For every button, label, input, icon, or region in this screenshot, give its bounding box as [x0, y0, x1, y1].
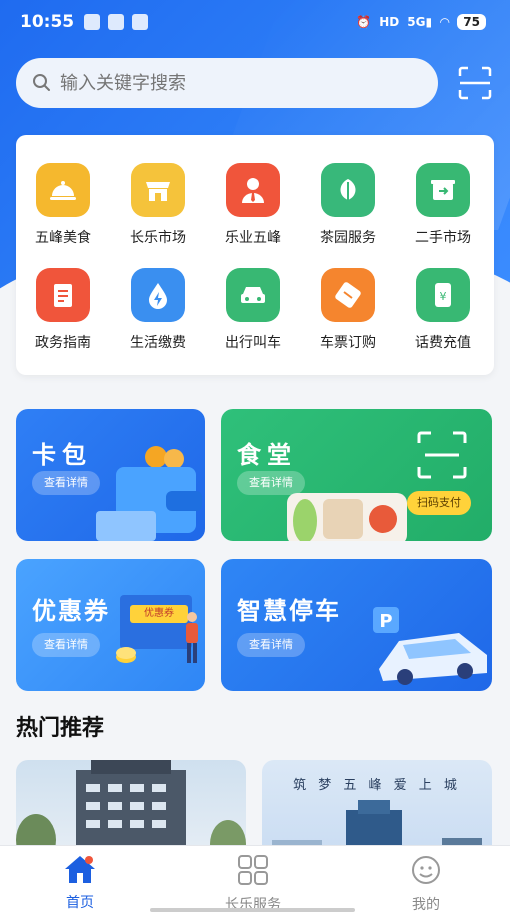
search-bar[interactable]	[16, 58, 438, 108]
card-title: 食堂	[237, 441, 297, 469]
view-details-button[interactable]: 查看详情	[32, 471, 100, 495]
battery-icon: 75	[457, 14, 486, 30]
scan-icon[interactable]	[458, 66, 492, 100]
grid-item-food[interactable]: 五峰美食	[16, 163, 110, 247]
grid-item-label: 政务指南	[35, 335, 91, 351]
card-title: 优惠券	[32, 597, 110, 625]
bottom-tab-bar: 首页 长乐服务 我的	[0, 845, 510, 913]
card-wallet[interactable]: 卡包 查看详情	[16, 409, 205, 541]
card-canteen[interactable]: 食堂 查看详情 扫码支付	[221, 409, 492, 541]
grid-item-taxi[interactable]: 出行叫车	[206, 268, 300, 352]
signal-icon: 5G▮	[407, 15, 433, 29]
grid-item-bills[interactable]: 生活缴费	[111, 268, 205, 352]
grid-item-label: 长乐市场	[130, 230, 186, 246]
food-cloche-icon	[36, 163, 90, 217]
home-icon	[65, 856, 95, 883]
car-icon	[226, 268, 280, 322]
alarm-icon: ⏰	[356, 15, 372, 29]
card-coupon[interactable]: 优惠券 查看详情 优惠券	[16, 559, 205, 691]
view-details-button[interactable]: 查看详情	[237, 633, 305, 657]
wallet-icon	[96, 446, 202, 541]
phone-yen-icon: ¥	[416, 268, 470, 322]
tea-leaf-icon	[321, 163, 375, 217]
grid-item-label: 二手市场	[415, 230, 471, 246]
food-tray-icon	[287, 493, 407, 541]
grid-icon	[238, 855, 268, 885]
recommend-caption: 筑 梦 五 峰 爱 上 城	[293, 778, 461, 793]
person-tie-icon	[226, 163, 280, 217]
water-bolt-icon	[131, 268, 185, 322]
ticket-icon	[321, 268, 375, 322]
chat-face-icon	[412, 856, 440, 884]
grid-item-ticket[interactable]: 车票订购	[301, 268, 395, 352]
notification-icon	[108, 14, 125, 30]
tab-services[interactable]: 长乐服务	[203, 854, 303, 913]
document-icon	[36, 268, 90, 322]
grid-item-label: 生活缴费	[130, 335, 186, 351]
search-icon	[33, 74, 50, 91]
market-stall-icon	[131, 163, 185, 217]
home-indicator[interactable]	[150, 908, 355, 912]
notification-icon	[132, 14, 149, 30]
wifi-icon: ◠	[440, 15, 450, 29]
person-sweeping-icon	[186, 612, 198, 663]
card-title: 卡包	[32, 441, 92, 469]
svg-text:¥: ¥	[440, 290, 447, 303]
card-parking[interactable]: 智慧停车 查看详情 P	[221, 559, 492, 691]
hd-icon: HD	[379, 15, 400, 29]
scan-pay-button[interactable]: 扫码支付	[407, 491, 471, 515]
grid-item-label: 乐业五峰	[225, 230, 281, 246]
grid-item-secondhand[interactable]: 二手市场	[396, 163, 490, 247]
tab-home[interactable]: 首页	[30, 854, 130, 912]
search-input[interactable]	[60, 72, 380, 94]
grid-item-topup[interactable]: ¥ 话费充值	[396, 268, 490, 352]
scan-icon	[417, 431, 467, 479]
status-time: 10:55	[20, 12, 75, 32]
grid-item-label: 五峰美食	[35, 230, 91, 246]
service-grid: 五峰美食 长乐市场 乐业五峰 茶园服务 二手市场 政务指南 生活缴费 出行叫车 …	[16, 135, 494, 375]
coins-icon	[116, 647, 136, 663]
status-right: ⏰ HD 5G▮ ◠ 75	[356, 14, 486, 30]
recycle-box-icon	[416, 163, 470, 217]
section-title-hot: 热门推荐	[16, 716, 105, 741]
notification-icon	[84, 14, 101, 30]
tab-label: 我的	[412, 897, 440, 913]
view-details-button[interactable]: 查看详情	[32, 633, 100, 657]
tab-label: 首页	[66, 895, 94, 911]
grid-item-gov[interactable]: 政务指南	[16, 268, 110, 352]
card-title: 智慧停车	[237, 597, 341, 625]
grid-item-label: 车票订购	[320, 335, 376, 351]
grid-item-label: 茶园服务	[320, 230, 376, 246]
grid-item-tea[interactable]: 茶园服务	[301, 163, 395, 247]
svg-text:P: P	[379, 611, 392, 632]
status-bar: 10:55 ⏰ HD 5G▮ ◠ 75	[20, 8, 486, 36]
grid-item-label: 出行叫车	[225, 335, 281, 351]
grid-item-jobs[interactable]: 乐业五峰	[206, 163, 300, 247]
tab-profile[interactable]: 我的	[376, 854, 476, 913]
car-parking-icon: P	[373, 607, 487, 685]
grid-item-market[interactable]: 长乐市场	[111, 163, 205, 247]
grid-item-label: 话费充值	[415, 335, 471, 351]
